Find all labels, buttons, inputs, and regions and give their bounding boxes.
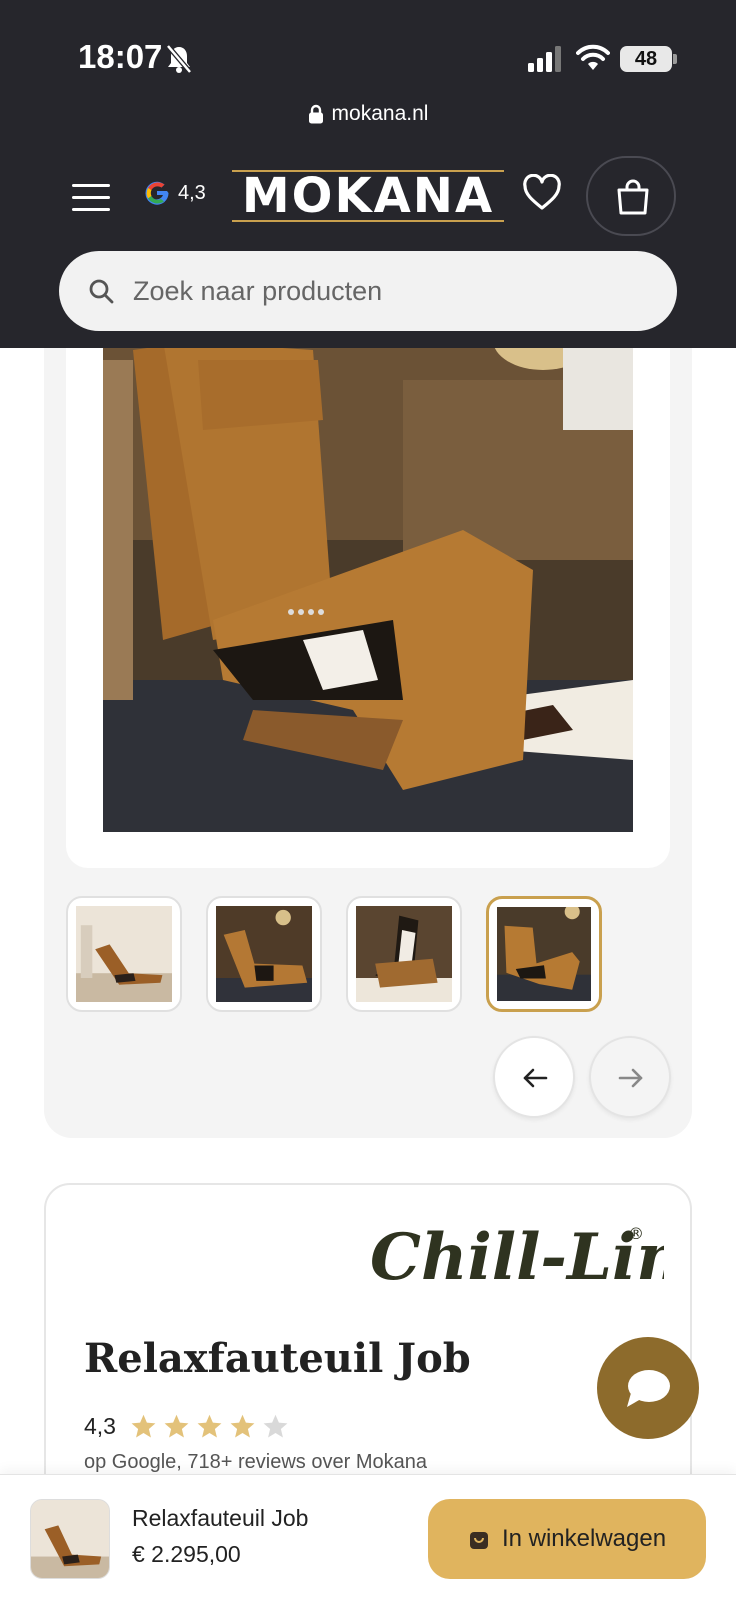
- sticky-product-thumbnail: [30, 1499, 110, 1579]
- status-bar: 18:07 48: [0, 0, 736, 100]
- search-bar[interactable]: [59, 251, 677, 331]
- site-logo[interactable]: MOKANA: [232, 170, 504, 222]
- google-logo-icon: [145, 181, 169, 205]
- thumbnail-image: [76, 906, 172, 1002]
- main-image-card[interactable]: [66, 320, 670, 868]
- search-input[interactable]: [133, 267, 633, 315]
- star-filled-icon: [131, 1414, 156, 1438]
- lock-icon: [308, 104, 323, 124]
- thumbnail-3[interactable]: [346, 896, 462, 1012]
- thumbnail-2[interactable]: [206, 896, 322, 1012]
- nav-row: 4,3 MOKANA: [0, 150, 736, 240]
- product-main-image: [103, 320, 633, 832]
- add-to-cart-button[interactable]: In winkelwagen: [428, 1499, 706, 1579]
- star-filled-icon: [230, 1414, 255, 1438]
- rating-value: 4,3: [84, 1413, 116, 1439]
- heart-icon[interactable]: [522, 174, 562, 212]
- svg-text:®: ®: [628, 1224, 644, 1243]
- url-text: mokana.nl: [331, 102, 429, 125]
- chat-bubble-icon: [627, 1370, 670, 1407]
- site-header: 18:07 48 mokana.nl 4,3 MOKANA Zoek naar …: [0, 0, 736, 348]
- arrow-right-icon: [618, 1068, 643, 1088]
- sticky-product-image: [31, 1500, 109, 1578]
- previous-image-button[interactable]: [493, 1036, 575, 1118]
- search-icon: [89, 279, 114, 304]
- sticky-product-price: € 2.295,00: [132, 1541, 241, 1567]
- shopping-bag-icon: [617, 179, 649, 215]
- svg-text:Chill-Line: Chill-Line: [370, 1220, 664, 1295]
- add-to-cart-label: In winkelwagen: [501, 1525, 667, 1552]
- wifi-icon: [576, 44, 610, 70]
- review-count-text: op Google, 718+ reviews over Mokana: [84, 1451, 427, 1473]
- address-bar[interactable]: mokana.nl: [0, 96, 736, 132]
- menu-icon[interactable]: [72, 184, 110, 212]
- star-rating: [130, 1413, 289, 1440]
- battery-indicator: 48: [620, 46, 672, 72]
- chat-button[interactable]: [597, 1337, 699, 1439]
- battery-tip: [673, 54, 677, 64]
- next-image-button[interactable]: [589, 1036, 671, 1118]
- product-gallery: [44, 300, 692, 1138]
- thumbnail-4[interactable]: [486, 896, 602, 1012]
- product-title: Relaxfauteuil Job: [84, 1335, 471, 1382]
- google-rating-badge[interactable]: 4,3: [144, 180, 206, 206]
- google-rating-value: 4,3: [178, 181, 206, 204]
- shopping-bag-icon: [469, 1532, 488, 1549]
- cell-signal-icon: [528, 46, 561, 72]
- star-filled-icon: [197, 1414, 222, 1438]
- arrow-left-icon: [523, 1068, 548, 1088]
- status-time: 18:07: [78, 38, 163, 75]
- star-filled-icon: [164, 1414, 189, 1438]
- rating-row: 4,3: [84, 1413, 289, 1440]
- cart-button[interactable]: [586, 156, 676, 236]
- thumbnail-image: [216, 906, 312, 1002]
- thumbnail-image: [356, 906, 452, 1002]
- sticky-product-name: Relaxfauteuil Job: [132, 1505, 309, 1531]
- brand-logo: Chill-Line ®: [370, 1220, 664, 1295]
- thumbnail-image: [497, 907, 591, 1001]
- thumbnail-strip: [66, 896, 602, 1012]
- sticky-add-to-cart-bar: Relaxfauteuil Job € 2.295,00 In winkelwa…: [0, 1474, 736, 1600]
- star-empty-icon: [263, 1414, 288, 1438]
- bell-off-icon: [166, 44, 192, 74]
- thumbnail-1[interactable]: [66, 896, 182, 1012]
- product-info-card: Chill-Line ® Relaxfauteuil Job 4,3 op Go…: [44, 1183, 692, 1503]
